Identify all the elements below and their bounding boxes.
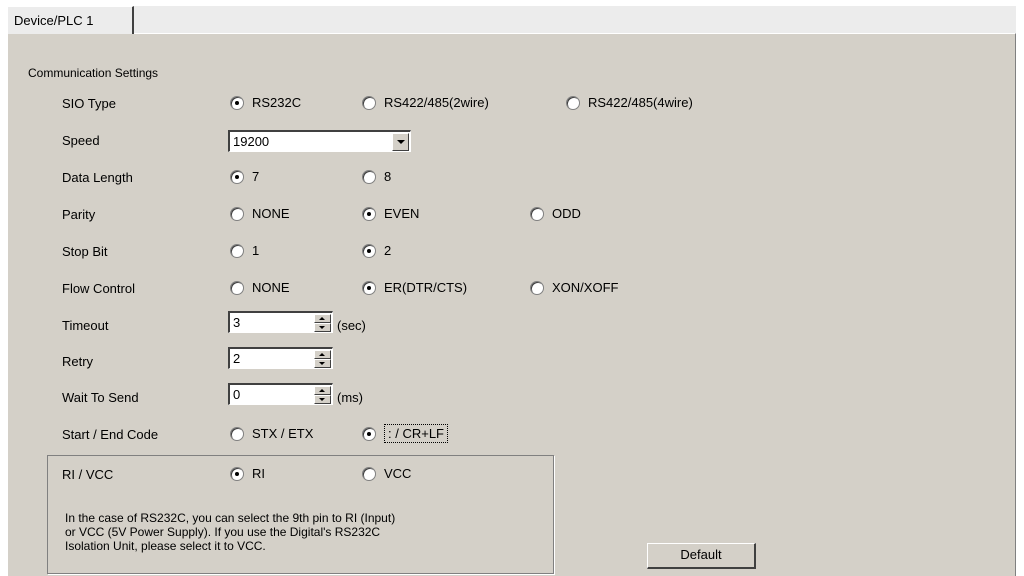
stop-bit-label: Stop Bit — [62, 244, 108, 259]
wait-to-send-label: Wait To Send — [62, 390, 139, 405]
timeout-value: 3 — [233, 315, 241, 330]
data-length-8-option[interactable]: 8 — [362, 169, 391, 184]
flow-control-none-option[interactable]: NONE — [230, 280, 290, 295]
default-button[interactable]: Default — [647, 543, 756, 569]
wait-to-send-spinner[interactable]: 0 — [228, 383, 333, 405]
retry-spinner[interactable]: 2 — [228, 347, 333, 369]
data-length-7-option[interactable]: 7 — [230, 169, 259, 184]
start-end-code-stx-etx-option[interactable]: STX / ETX — [230, 426, 313, 441]
sio-type-rs422-2wire-option[interactable]: RS422/485(2wire) — [362, 95, 489, 110]
retry-value: 2 — [233, 351, 241, 366]
radio-icon — [230, 206, 244, 221]
speed-label: Speed — [62, 133, 100, 148]
radio-checked-icon — [230, 95, 244, 110]
data-length-label: Data Length — [62, 170, 133, 185]
speed-value: 19200 — [233, 134, 270, 149]
radio-icon — [530, 206, 544, 221]
radio-checked-icon — [230, 466, 244, 481]
spinner-arrows-icon[interactable] — [314, 350, 331, 368]
timeout-unit: (sec) — [337, 318, 366, 333]
wait-to-send-value: 0 — [233, 387, 241, 402]
radio-icon — [362, 95, 376, 110]
ri-vcc-vcc-option[interactable]: VCC — [362, 466, 411, 481]
sio-type-label: SIO Type — [62, 96, 116, 111]
parity-label: Parity — [62, 207, 96, 222]
radio-checked-icon — [362, 206, 376, 221]
radio-icon — [566, 95, 580, 110]
sio-type-rs232c-option[interactable]: RS232C — [230, 95, 301, 110]
radio-icon — [230, 243, 244, 258]
stop-bit-1-option[interactable]: 1 — [230, 243, 259, 258]
timeout-label: Timeout — [62, 318, 109, 333]
retry-label: Retry — [62, 354, 94, 369]
timeout-spinner[interactable]: 3 — [228, 311, 333, 333]
radio-checked-icon — [362, 243, 376, 258]
start-end-code-label: Start / End Code — [62, 427, 159, 442]
sio-type-rs422-4wire-option[interactable]: RS422/485(4wire) — [566, 95, 693, 110]
spinner-arrows-icon[interactable] — [314, 386, 331, 404]
wait-to-send-unit: (ms) — [337, 390, 363, 405]
section-title: Communication Settings — [28, 66, 159, 80]
flow-control-er-option[interactable]: ER(DTR/CTS) — [362, 280, 467, 295]
chevron-down-icon[interactable] — [392, 133, 409, 151]
radio-checked-icon — [362, 280, 376, 295]
tab-device-plc-1[interactable]: Device/PLC 1 — [7, 6, 134, 34]
stop-bit-2-option[interactable]: 2 — [362, 243, 391, 258]
parity-none-option[interactable]: NONE — [230, 206, 290, 221]
ri-vcc-ri-option[interactable]: RI — [230, 466, 265, 481]
flow-control-xon-xoff-option[interactable]: XON/XOFF — [530, 280, 618, 295]
parity-odd-option[interactable]: ODD — [530, 206, 581, 221]
radio-icon — [230, 280, 244, 295]
radio-checked-icon — [362, 426, 376, 441]
speed-select[interactable]: 19200 — [228, 130, 411, 152]
radio-checked-icon — [230, 169, 244, 184]
radio-icon — [362, 169, 376, 184]
ri-vcc-label: RI / VCC — [62, 467, 114, 482]
radio-icon — [230, 426, 244, 441]
flow-control-label: Flow Control — [62, 281, 135, 296]
radio-icon — [362, 466, 376, 481]
start-end-code-cr-lf-option[interactable]: : / CR+LF — [362, 424, 448, 443]
radio-icon — [530, 280, 544, 295]
spinner-arrows-icon[interactable] — [314, 314, 331, 332]
tab-label: Device/PLC 1 — [14, 13, 94, 28]
parity-even-option[interactable]: EVEN — [362, 206, 419, 221]
tab-strip — [134, 6, 1016, 34]
ri-vcc-help-text: In the case of RS232C, you can select th… — [65, 511, 396, 553]
